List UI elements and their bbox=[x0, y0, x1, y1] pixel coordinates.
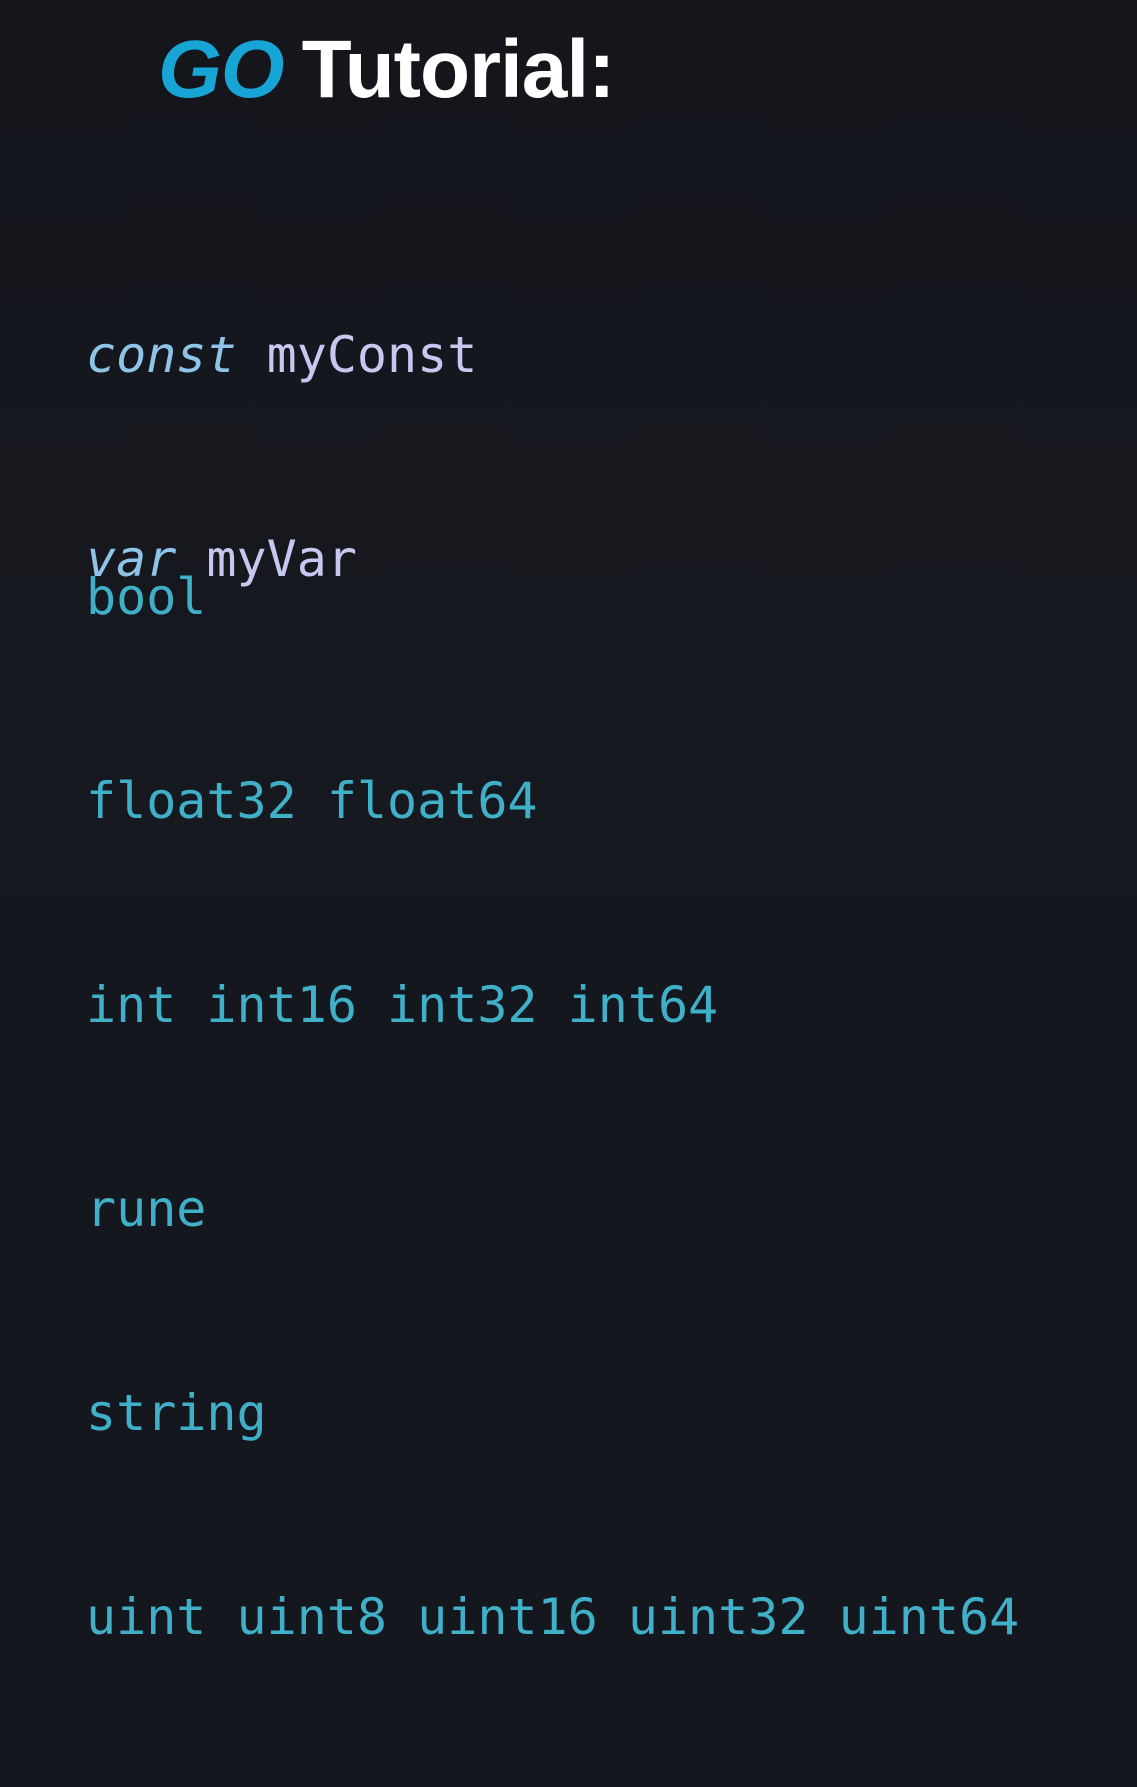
code-line-const: const myConst bbox=[86, 321, 477, 389]
slide: GO Tutorial: const myConst var myVar bool… bbox=[0, 0, 1137, 1646]
keyword-const: const bbox=[86, 326, 237, 384]
title-go: GO bbox=[158, 24, 285, 115]
type-line-string: string bbox=[86, 1384, 267, 1442]
types-block: bool float32 float64 int int16 int32 int… bbox=[86, 427, 1019, 1787]
slide-title: GO Tutorial: bbox=[158, 22, 616, 118]
type-line-int: int int16 int32 int64 bbox=[86, 976, 719, 1034]
title-tutorial: Tutorial: bbox=[301, 24, 616, 115]
type-line-bool: bool bbox=[86, 568, 207, 626]
type-line-uint: uint uint8 uint16 uint32 uint64 bbox=[86, 1588, 1020, 1646]
identifier-myconst: myConst bbox=[266, 326, 478, 384]
type-line-float: float32 float64 bbox=[86, 772, 538, 830]
type-line-rune: rune bbox=[86, 1180, 207, 1238]
